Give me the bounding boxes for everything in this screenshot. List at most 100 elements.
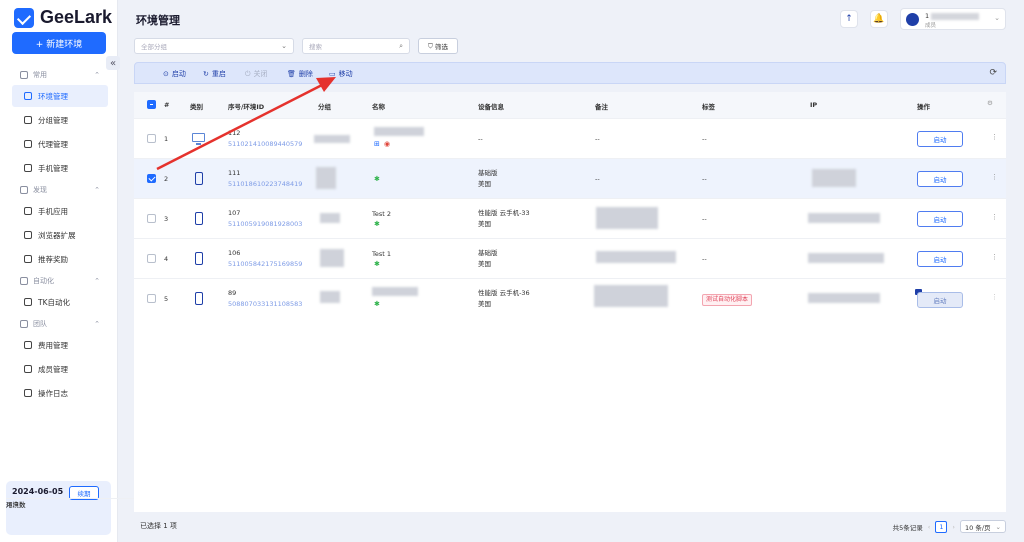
sidebar-item-label: 手机应用 bbox=[38, 206, 68, 216]
page-size-select[interactable]: 10 条/页 ⌄ bbox=[960, 520, 1006, 533]
row-number: 3 bbox=[164, 215, 169, 223]
row-env-id[interactable]: 511005842175169859 bbox=[228, 259, 302, 269]
sidebar-item-referral-rewards[interactable]: 推荐奖励 bbox=[12, 248, 108, 270]
upload-icon[interactable]: ↑ bbox=[840, 10, 858, 28]
filter-button[interactable]: ⛉ 筛选 bbox=[418, 38, 458, 54]
nav-group-label: 发现 bbox=[33, 185, 47, 194]
sidebar-item-label: 分组管理 bbox=[38, 115, 68, 125]
device-region: 美国 bbox=[478, 260, 491, 268]
sidebar-item-proxy-management[interactable]: 代理管理 bbox=[12, 133, 108, 155]
row-env-id[interactable]: 511021410089440579 bbox=[228, 139, 302, 149]
sidebar-item-label: TK自动化 bbox=[38, 297, 70, 307]
start-button[interactable]: 启动 bbox=[917, 171, 963, 187]
search-input[interactable]: 搜索 ⌕ bbox=[302, 38, 410, 54]
list-icon bbox=[24, 116, 32, 124]
refresh-icon[interactable]: ⟳ bbox=[989, 68, 997, 78]
row-env-id[interactable]: 511018610223748419 bbox=[228, 179, 302, 189]
row-checkbox[interactable] bbox=[147, 134, 156, 143]
start-button-locked[interactable]: 启动 bbox=[917, 292, 963, 308]
quota-card: 2024-06-05 续期 环境数10/50 用户数20/21 bbox=[6, 481, 878, 535]
sidebar-item-billing[interactable]: 费用管理 bbox=[12, 334, 108, 356]
sidebar: GeeLark + 新建环境 « 常用 ⌃ 环境管理 分组管理 代理管理 手机管理… bbox=[0, 0, 878, 542]
more-icon[interactable]: ⋮ bbox=[991, 173, 998, 181]
sidebar-item-tk-automation[interactable]: TK自动化 bbox=[12, 291, 108, 313]
sidebar-item-phone-apps[interactable]: 手机应用 bbox=[12, 200, 108, 222]
row-number: 5 bbox=[164, 295, 169, 303]
nav-group-automation[interactable]: 自动化 ⌃ bbox=[0, 272, 118, 289]
row-env-id[interactable]: 508807033131108583 bbox=[228, 299, 302, 309]
note: -- bbox=[595, 175, 600, 183]
sidebar-item-label: 环境管理 bbox=[38, 91, 68, 101]
row-checkbox[interactable] bbox=[147, 214, 156, 223]
phone-icon bbox=[195, 252, 203, 265]
user-quota-label: 用户数 bbox=[6, 501, 26, 509]
total-records: 共5条记录 bbox=[892, 523, 923, 532]
table-row[interactable]: 5 89 508807033131108583 ✱ 性能版 云手机-36 美国 … bbox=[134, 278, 1006, 318]
group-redacted bbox=[320, 249, 344, 267]
row-checkbox[interactable] bbox=[147, 254, 156, 263]
table-row[interactable]: 3 107 511005919081928003 Test 2 ✱ 性能版 云手… bbox=[134, 198, 1006, 238]
move-action[interactable]: ▭ 移动 bbox=[329, 69, 353, 79]
chevron-down-icon: ⌄ bbox=[995, 522, 1001, 531]
close-action[interactable]: ⏻ 关闭 bbox=[245, 69, 268, 79]
table-row[interactable]: 4 106 511005842175169859 Test 1 ✱ 基础版 美国… bbox=[134, 238, 1006, 278]
user-menu[interactable]: 1 成员 ⌄ bbox=[900, 8, 1006, 30]
note-redacted bbox=[594, 285, 668, 307]
col-group: 分组 bbox=[318, 103, 331, 111]
move-label: 移动 bbox=[338, 70, 353, 78]
more-icon[interactable]: ⋮ bbox=[991, 213, 998, 221]
nav-group-common[interactable]: 常用 ⌃ bbox=[0, 66, 118, 83]
table-row[interactable]: 1 112 511021410089440579 ⊞ ◉ -- -- -- 启动… bbox=[134, 118, 1006, 158]
start-button[interactable]: 启动 bbox=[917, 131, 963, 147]
sidebar-item-members[interactable]: 成员管理 bbox=[12, 358, 108, 380]
start-button[interactable]: 启动 bbox=[917, 251, 963, 267]
sidebar-item-env-management[interactable]: 环境管理 bbox=[12, 85, 108, 107]
nav-group-team[interactable]: 团队 ⌃ bbox=[0, 315, 118, 332]
restart-action[interactable]: ↻ 重启 bbox=[203, 69, 226, 79]
compass-icon bbox=[20, 185, 28, 194]
restart-label: 重启 bbox=[211, 70, 226, 78]
start-action[interactable]: ⊙ 启动 bbox=[163, 69, 186, 79]
sidebar-item-operation-log[interactable]: 操作日志 bbox=[12, 382, 108, 404]
group-redacted bbox=[320, 291, 340, 303]
search-icon: ⌕ bbox=[399, 41, 403, 50]
new-environment-button[interactable]: + 新建环境 bbox=[12, 32, 106, 54]
col-ip: IP bbox=[810, 101, 818, 109]
device-tier: 性能版 云手机-36 bbox=[478, 289, 530, 297]
delete-action[interactable]: 🗑 删除 bbox=[287, 69, 313, 79]
group-redacted bbox=[314, 135, 350, 143]
next-page-icon[interactable]: › bbox=[952, 523, 955, 531]
trash-icon: 🗑 bbox=[287, 70, 296, 78]
more-icon[interactable]: ⋮ bbox=[991, 293, 998, 301]
row-env-id[interactable]: 511005919081928003 bbox=[228, 219, 302, 229]
prev-page-icon[interactable]: ‹ bbox=[928, 523, 931, 531]
table-row[interactable]: 2 111 511018610223748419 ✱ 基础版 美国 -- -- … bbox=[134, 158, 1006, 198]
page-number[interactable]: 1 bbox=[935, 520, 948, 533]
logo[interactable]: GeeLark bbox=[14, 7, 112, 28]
col-type: 类别 bbox=[190, 103, 203, 111]
billing-icon bbox=[24, 341, 32, 349]
puzzle-icon bbox=[24, 231, 32, 239]
chevron-up-icon: ⌃ bbox=[94, 276, 100, 285]
more-icon[interactable]: ⋮ bbox=[991, 253, 998, 261]
name-redacted bbox=[372, 287, 418, 296]
settings-gear-icon[interactable]: ⚙ bbox=[987, 99, 993, 107]
row-seq: 107 bbox=[228, 209, 241, 217]
android-icon: ✱ bbox=[374, 260, 380, 268]
col-name: 名称 bbox=[372, 103, 385, 111]
nav-group-discover[interactable]: 发现 ⌃ bbox=[0, 181, 118, 198]
row-checkbox[interactable] bbox=[147, 174, 156, 183]
start-button[interactable]: 启动 bbox=[917, 211, 963, 227]
select-all-checkbox[interactable] bbox=[147, 100, 156, 109]
sidebar-item-browser-extensions[interactable]: 浏览器扩展 bbox=[12, 224, 108, 246]
chevron-up-icon: ⌃ bbox=[94, 319, 100, 328]
bell-icon[interactable]: 🔔 bbox=[870, 10, 888, 28]
more-icon[interactable]: ⋮ bbox=[991, 133, 998, 141]
chevron-down-icon: ⌄ bbox=[994, 14, 1000, 22]
env-name: Test 2 bbox=[372, 210, 392, 218]
row-checkbox[interactable] bbox=[147, 294, 156, 303]
sidebar-item-phone-management[interactable]: 手机管理 bbox=[12, 157, 108, 179]
table-header: # 类别 序号/环境ID 分组 名称 设备信息 备注 标签 IP 操作 ⚙ bbox=[134, 92, 1006, 118]
group-select[interactable]: 全部分组 ⌄ bbox=[134, 38, 294, 54]
sidebar-item-group-management[interactable]: 分组管理 bbox=[12, 109, 108, 131]
